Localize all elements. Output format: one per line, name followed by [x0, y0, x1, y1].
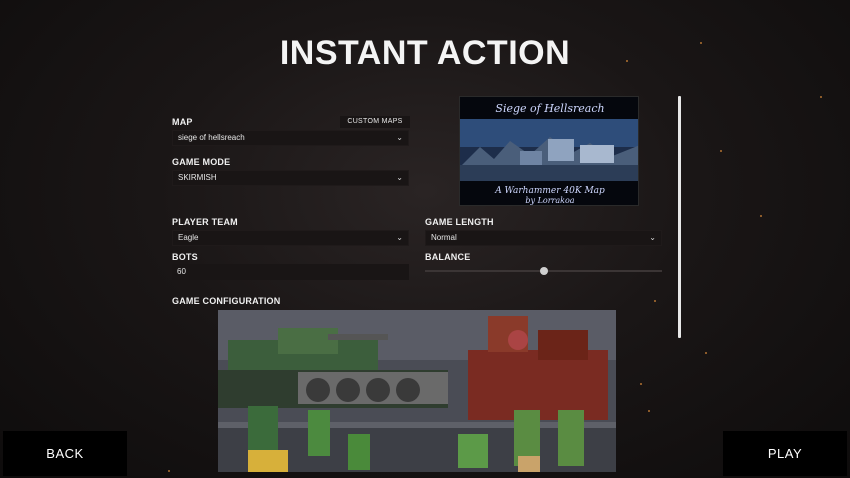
game-mode-select[interactable]: SKIRMISH ⌄ — [172, 170, 409, 186]
game-length-select[interactable]: Normal ⌄ — [425, 230, 662, 246]
map-preview-subtitle-2: by Lorrakoa — [525, 196, 574, 205]
game-length-label: GAME LENGTH — [425, 217, 494, 227]
player-team-select-value: Eagle — [178, 233, 199, 242]
balance-label: BALANCE — [425, 252, 471, 262]
bots-label: BOTS — [172, 252, 198, 262]
game-configuration-label: GAME CONFIGURATION — [172, 296, 281, 306]
map-preview-art: Siege of Hellsreach A Warhammer 40K Map … — [460, 97, 638, 205]
back-button[interactable]: BACK — [3, 431, 127, 476]
map-select[interactable]: siege of hellsreach ⌄ — [172, 130, 409, 146]
chevron-down-icon: ⌄ — [396, 233, 403, 242]
ember-particle — [760, 215, 762, 217]
game-configuration-image — [218, 310, 616, 472]
map-preview-title: Siege of Hellsreach — [495, 102, 604, 115]
ember-particle — [640, 383, 642, 385]
custom-maps-button[interactable]: CUSTOM MAPS — [340, 116, 410, 128]
page-title: INSTANT ACTION — [279, 34, 571, 72]
scrollbar[interactable] — [678, 96, 681, 338]
chevron-down-icon: ⌄ — [396, 133, 403, 142]
chevron-down-icon: ⌄ — [396, 173, 403, 182]
bots-input[interactable]: 60 — [172, 264, 409, 280]
map-preview-subtitle-1: A Warhammer 40K Map — [494, 186, 605, 196]
player-team-label: PLAYER TEAM — [172, 217, 238, 227]
balance-slider-thumb[interactable] — [539, 267, 548, 275]
map-select-value: siege of hellsreach — [178, 133, 245, 142]
game-configuration-art — [218, 310, 616, 472]
ember-particle — [820, 96, 822, 98]
map-preview-image: Siege of Hellsreach A Warhammer 40K Map … — [459, 96, 639, 206]
game-mode-label: GAME MODE — [172, 157, 231, 167]
ember-particle — [705, 352, 707, 354]
game-mode-select-value: SKIRMISH — [178, 173, 217, 182]
ember-particle — [720, 150, 722, 152]
game-length-select-value: Normal — [431, 233, 457, 242]
ember-particle — [648, 410, 650, 412]
ember-particle — [168, 470, 170, 472]
play-button[interactable]: PLAY — [723, 431, 847, 476]
chevron-down-icon: ⌄ — [649, 233, 656, 242]
player-team-select[interactable]: Eagle ⌄ — [172, 230, 409, 246]
map-label: MAP — [172, 117, 193, 127]
ember-particle — [654, 300, 656, 302]
